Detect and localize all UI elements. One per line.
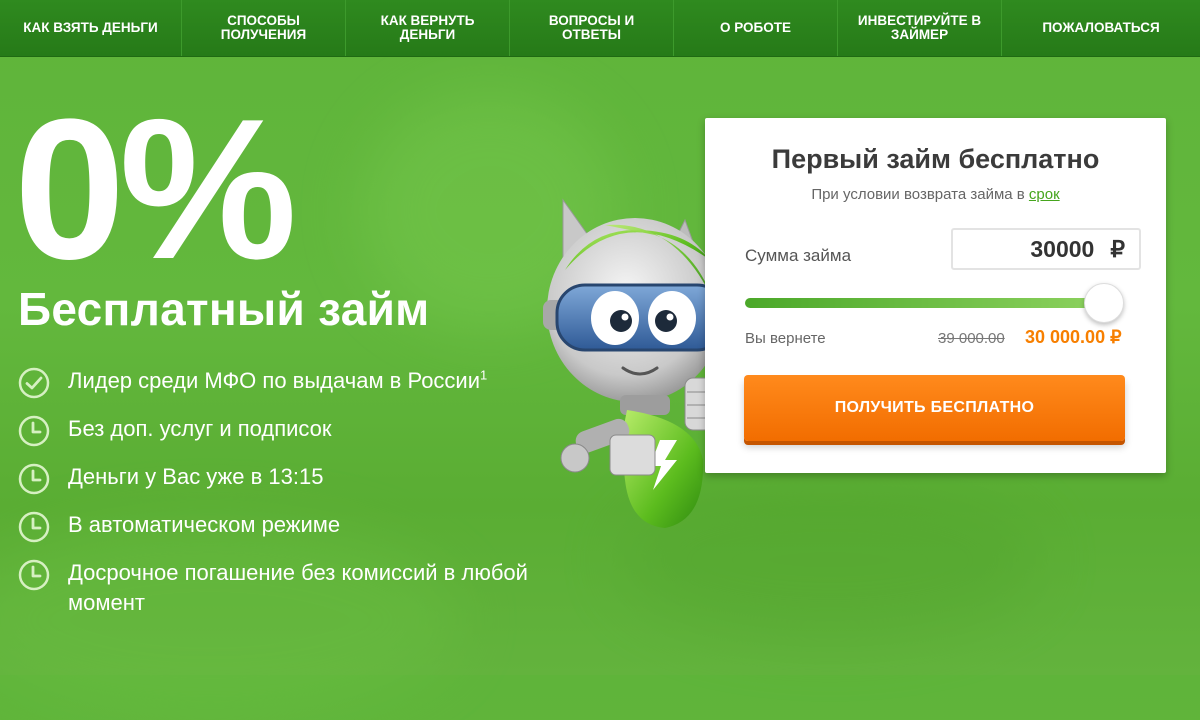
loan-amount-slider-track[interactable] — [745, 298, 1105, 308]
get-free-loan-button[interactable]: ПОЛУЧИТЬ БЕСПЛАТНО — [744, 375, 1125, 441]
nav-item-complain[interactable]: ПОЖАЛОВАТЬСЯ — [1002, 0, 1200, 56]
term-link[interactable]: срок — [1029, 186, 1060, 203]
clock-icon — [18, 463, 50, 495]
feature-item: Деньги у Вас уже в 13:15 — [18, 462, 598, 495]
feature-text: Лидер среди МФО по выдачам в России — [68, 368, 481, 393]
feature-text: Без доп. услуг и подписок — [68, 416, 332, 441]
check-circle-icon — [18, 367, 50, 399]
nav-item-faq[interactable]: ВОПРОСЫ И ОТВЕТЫ — [510, 0, 674, 56]
card-title: Первый займ бесплатно — [771, 144, 1100, 174]
feature-text: Деньги у Вас уже в 13:15 — [68, 464, 324, 489]
feature-item: Лидер среди МФО по выдачам в России1 — [18, 366, 598, 399]
new-price: 30 000.00 ₽ — [1025, 327, 1122, 347]
hero-title: Бесплатный займ — [18, 283, 430, 335]
feature-text: В автоматическом режиме — [68, 512, 341, 537]
card-subtitle: При условии возврата займа в срок — [705, 186, 1166, 203]
nav-item-receiving-methods[interactable]: СПОСОБЫ ПОЛУЧЕНИЯ — [182, 0, 346, 56]
nav-item-about-robot[interactable]: О РОБОТЕ — [674, 0, 838, 56]
card-subtitle-text: При условии возврата займа в — [811, 186, 1025, 203]
loan-amount-input[interactable]: 30000 ₽ — [951, 228, 1141, 270]
top-navigation: КАК ВЗЯТЬ ДЕНЬГИ СПОСОБЫ ПОЛУЧЕНИЯ КАК В… — [0, 0, 1200, 56]
nav-item-invest[interactable]: ИНВЕСТИРУЙТЕ В ЗАЙМЕР — [838, 0, 1002, 56]
loan-calculator-card: Первый займ бесплатно При условии возвра… — [705, 118, 1166, 473]
feature-text: Досрочное погашение без комиссий в любой… — [68, 560, 528, 615]
return-amount-label: Вы вернете — [745, 330, 826, 347]
loan-amount-value: 30000 — [1030, 235, 1095, 262]
feature-item: В автоматическом режиме — [18, 510, 598, 543]
loan-amount-slider-handle[interactable] — [1084, 283, 1124, 323]
clock-icon — [18, 559, 50, 591]
nav-item-how-to-get-money[interactable]: КАК ВЗЯТЬ ДЕНЬГИ — [0, 0, 182, 56]
loan-amount-label: Сумма займа — [745, 246, 852, 265]
feature-list: Лидер среди МФО по выдачам в России1 Без… — [18, 366, 598, 636]
nav-item-how-to-return[interactable]: КАК ВЕРНУТЬ ДЕНЬГИ — [346, 0, 510, 56]
feature-item: Досрочное погашение без комиссий в любой… — [18, 558, 598, 618]
ruble-icon: ₽ — [1110, 235, 1125, 262]
zero-percent-headline: 0% — [14, 78, 297, 301]
clock-icon — [18, 415, 50, 447]
old-price: 39 000.00 — [938, 330, 1005, 347]
clock-icon — [18, 511, 50, 543]
footnote-marker: 1 — [480, 367, 488, 383]
feature-item: Без доп. услуг и подписок — [18, 414, 598, 447]
